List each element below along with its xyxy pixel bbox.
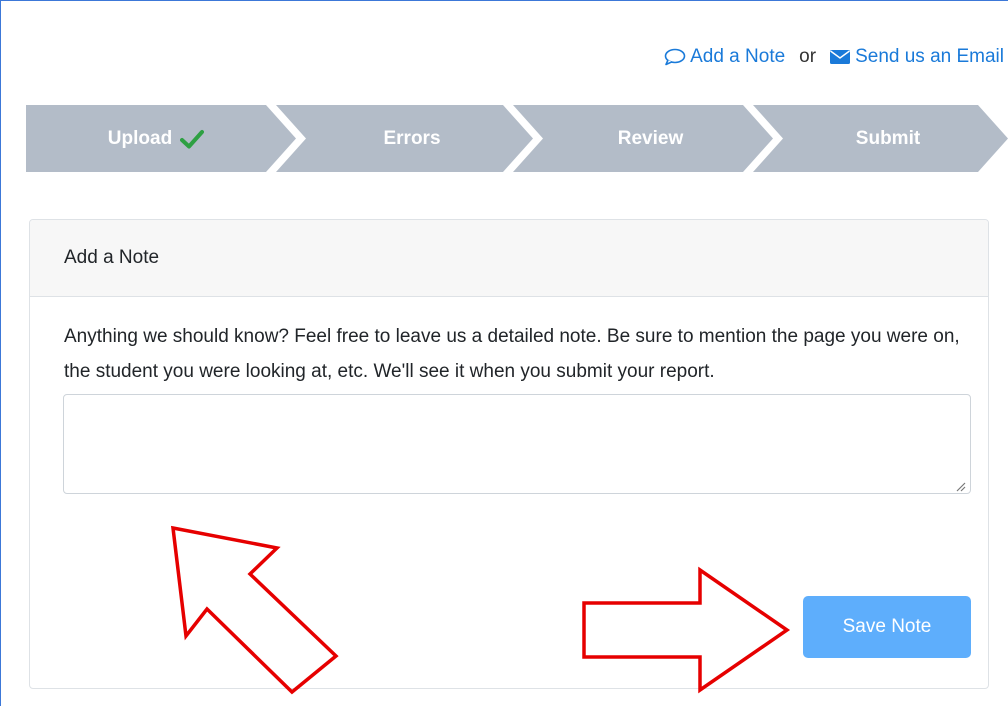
save-note-button[interactable]: Save Note bbox=[803, 596, 971, 658]
panel-description: Anything we should know? Feel free to le… bbox=[64, 326, 960, 382]
step-errors[interactable]: Errors bbox=[296, 105, 528, 172]
panel-title: Add a Note bbox=[64, 247, 160, 268]
note-textarea[interactable] bbox=[63, 394, 971, 494]
step-submit-label: Submit bbox=[855, 127, 921, 149]
panel-header: Add a Note bbox=[30, 220, 988, 297]
help-links: Add a Note or Send us an Email bbox=[664, 46, 1004, 68]
step-upload[interactable]: Upload bbox=[26, 105, 286, 172]
send-email-link-label: Send us an Email bbox=[855, 46, 1004, 67]
checkmark-icon bbox=[180, 129, 205, 148]
add-note-link[interactable]: Add a Note bbox=[664, 46, 785, 68]
panel-body: Anything we should know? Feel free to le… bbox=[30, 319, 988, 389]
speech-bubble-icon bbox=[664, 48, 686, 66]
resize-grip-icon[interactable] bbox=[954, 480, 966, 492]
window-border-left bbox=[0, 0, 1, 706]
add-note-link-label: Add a Note bbox=[690, 46, 786, 67]
or-text: or bbox=[799, 46, 817, 67]
envelope-icon bbox=[830, 50, 851, 64]
step-upload-label: Upload bbox=[107, 127, 173, 149]
step-submit[interactable]: Submit bbox=[773, 105, 1003, 172]
send-email-link[interactable]: Send us an Email bbox=[829, 46, 1004, 68]
step-review[interactable]: Review bbox=[533, 105, 768, 172]
step-errors-label: Errors bbox=[383, 127, 441, 149]
add-note-panel: Add a Note Anything we should know? Feel… bbox=[29, 219, 989, 689]
progress-stepper: Upload Errors Review Submit bbox=[26, 105, 1008, 172]
step-review-label: Review bbox=[617, 127, 684, 149]
window-border-top bbox=[0, 0, 1008, 1]
